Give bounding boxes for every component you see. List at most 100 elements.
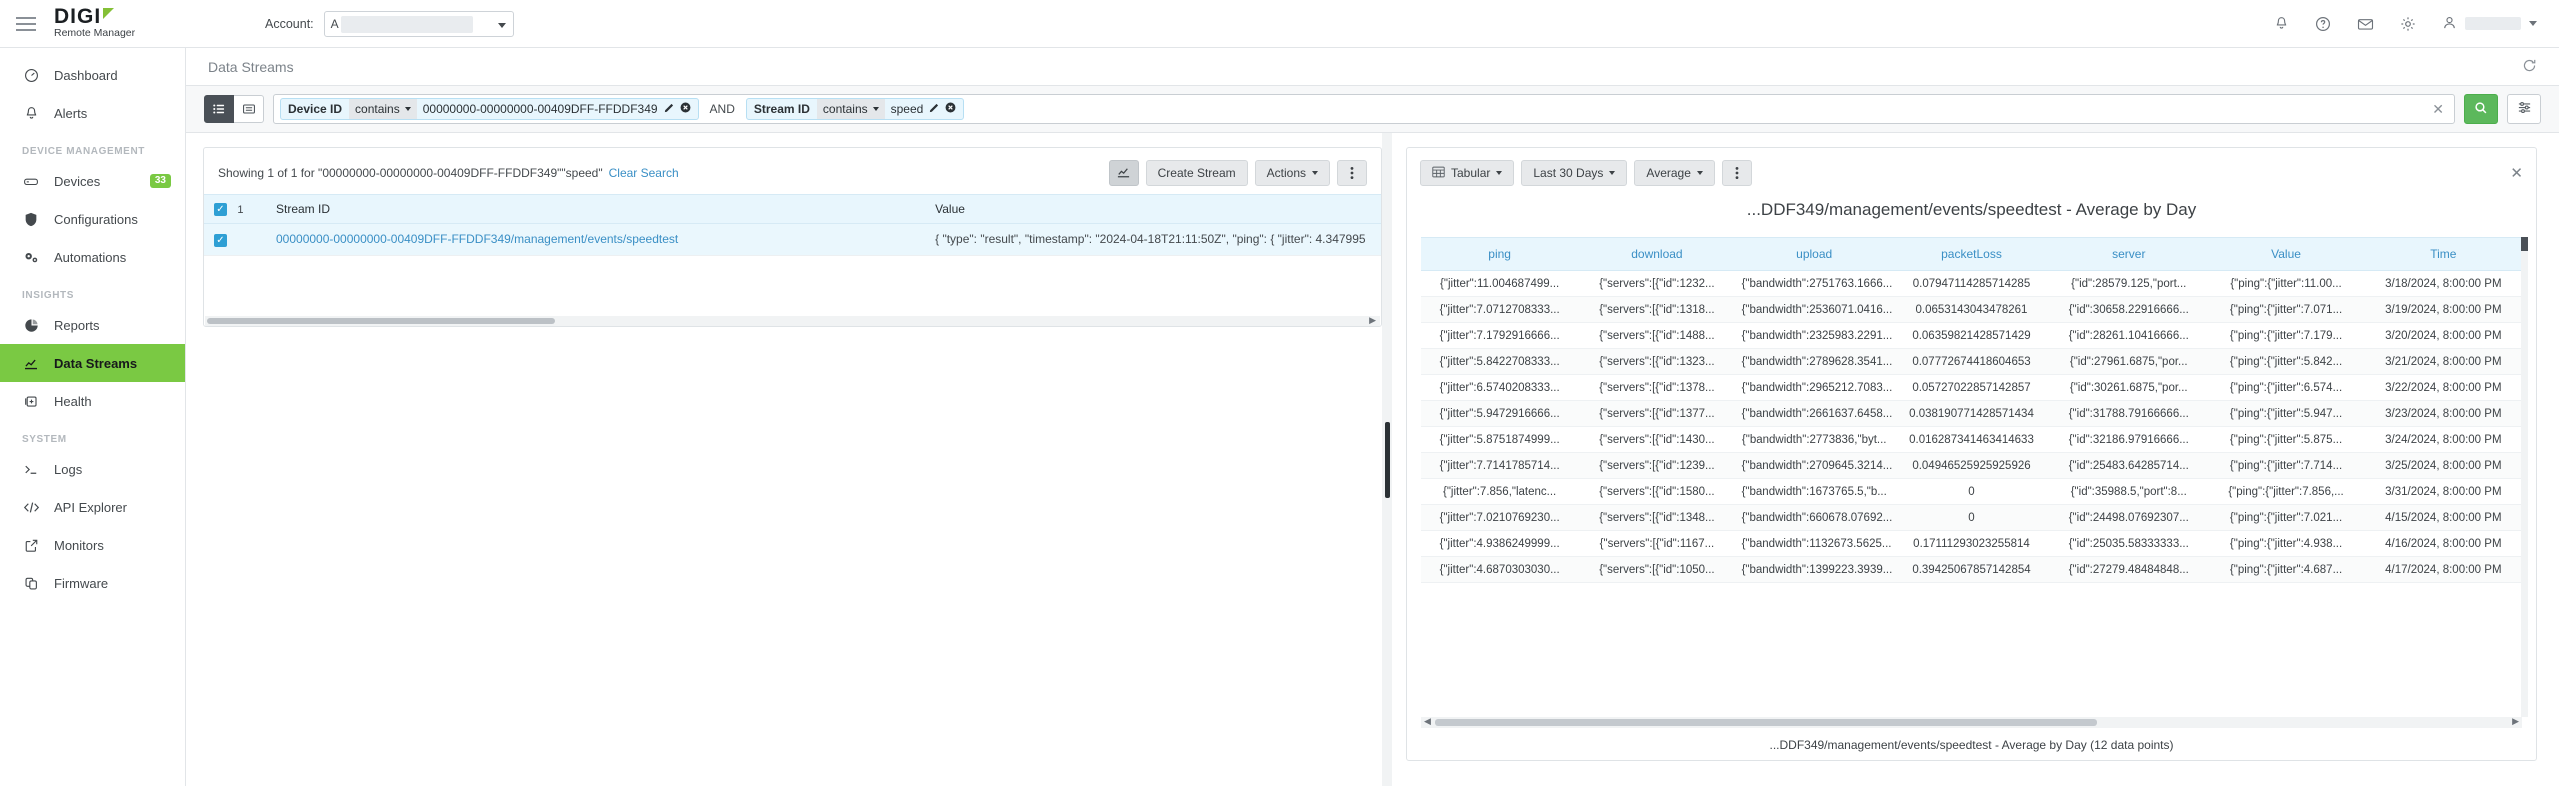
line-chart-icon bbox=[1116, 165, 1131, 182]
chart-table-cell: 3/21/2024, 8:00:00 PM bbox=[2364, 348, 2522, 375]
chip-actions[interactable] bbox=[664, 102, 698, 116]
chart-table-row[interactable]: {"jitter":7.0210769230... {"servers":[{"i… bbox=[1421, 504, 2522, 531]
chart-table-cell: {"id":30658.22916666... bbox=[2050, 296, 2208, 323]
chart-column-header[interactable]: Time bbox=[2364, 237, 2522, 271]
scrollbar-thumb[interactable] bbox=[2521, 237, 2528, 251]
sidebar-item-data-streams[interactable]: Data Streams bbox=[0, 344, 185, 382]
chart-table-cell: {"bandwidth":2751763.1666... bbox=[1735, 270, 1893, 297]
results-summary: Showing 1 of 1 for "00000000-00000000-00… bbox=[218, 166, 603, 180]
sidebar-item-alerts[interactable]: Alerts bbox=[0, 94, 185, 132]
hamburger-icon[interactable] bbox=[0, 0, 52, 48]
chart-column-header[interactable]: download bbox=[1578, 237, 1736, 271]
chart-table-cell: {"ping":{"jitter":7.021... bbox=[2207, 504, 2365, 531]
chart-table-row[interactable]: {"jitter":7.0712708333... {"servers":[{"i… bbox=[1421, 296, 2522, 323]
view-mode-dropdown[interactable]: Tabular bbox=[1420, 160, 1515, 186]
cell-stream-id[interactable]: 00000000-00000000-00409DFF-FFDDF349/mana… bbox=[266, 223, 926, 256]
chart-card: Tabular Last 30 Days Average ✕ ...DDF349… bbox=[1406, 147, 2537, 761]
chart-table-row[interactable]: {"jitter":5.9472916666... {"servers":[{"i… bbox=[1421, 400, 2522, 427]
scroll-left-icon[interactable]: ◀ bbox=[1424, 716, 1431, 727]
chart-column-header[interactable]: server bbox=[2050, 237, 2208, 271]
column-header-value[interactable]: Value bbox=[925, 193, 1381, 225]
account-select[interactable]: A bbox=[323, 10, 514, 37]
chart-column-header[interactable]: Value bbox=[2207, 237, 2365, 271]
chart-table-row[interactable]: {"jitter":7.1792916666... {"servers":[{"i… bbox=[1421, 322, 2522, 349]
scrollbar-thumb[interactable] bbox=[1435, 719, 2097, 726]
close-icon[interactable]: ✕ bbox=[2510, 164, 2523, 182]
search-button[interactable] bbox=[2464, 94, 2498, 124]
stream-table-hscrollbar[interactable]: ▶ bbox=[205, 315, 1380, 326]
sidebar-item-reports[interactable]: Reports bbox=[0, 306, 185, 344]
brand-logo[interactable]: DIGI Remote Manager bbox=[52, 6, 187, 40]
top-bar: DIGI Remote Manager Account: A bbox=[0, 0, 2559, 48]
pencil-icon[interactable] bbox=[929, 102, 940, 116]
remove-circle-icon[interactable] bbox=[945, 102, 956, 116]
search-icon bbox=[2474, 101, 2488, 118]
sidebar-item-automations[interactable]: Automations bbox=[0, 238, 185, 276]
chart-toolbar: Tabular Last 30 Days Average ✕ bbox=[1407, 148, 2536, 186]
chip-operator-select[interactable]: contains bbox=[349, 99, 417, 119]
user-menu[interactable] bbox=[2442, 15, 2537, 33]
sidebar-item-label: Alerts bbox=[54, 105, 88, 121]
remove-circle-icon[interactable] bbox=[680, 102, 691, 116]
chart-table-vscrollbar[interactable] bbox=[2521, 237, 2528, 717]
chart-column-header[interactable]: packetLoss bbox=[1892, 237, 2051, 271]
scroll-right-icon[interactable]: ▶ bbox=[2512, 716, 2519, 727]
aggregate-dropdown[interactable]: Average bbox=[1634, 160, 1715, 186]
gear-icon[interactable] bbox=[2400, 16, 2416, 32]
column-header-stream-id[interactable]: Stream ID bbox=[266, 193, 926, 225]
row-checkbox[interactable]: ✓ bbox=[214, 233, 227, 247]
sidebar-item-devices[interactable]: Devices 33 bbox=[0, 162, 185, 200]
account-selector-group: Account: A bbox=[265, 10, 514, 37]
chart-table-cell: {"bandwidth":1673765.5,"b... bbox=[1735, 478, 1893, 505]
select-all-checkbox[interactable]: ✓ bbox=[214, 203, 227, 217]
clear-search-link[interactable]: Clear Search bbox=[609, 166, 679, 180]
kebab-menu-icon[interactable] bbox=[1721, 160, 1752, 186]
sidebar-item-firmware[interactable]: Firmware bbox=[0, 564, 185, 602]
sidebar-item-label: Reports bbox=[54, 317, 100, 333]
create-stream-button[interactable]: Create Stream bbox=[1145, 160, 1248, 186]
mail-icon[interactable] bbox=[2357, 16, 2374, 32]
chart-table-hscrollbar[interactable]: ◀ ▶ bbox=[1421, 716, 2522, 728]
filter-chip-stream-id[interactable]: Stream ID contains speed bbox=[745, 98, 965, 120]
chart-table-row[interactable]: {"jitter":5.8422708333... {"servers":[{"i… bbox=[1421, 348, 2522, 375]
actions-dropdown[interactable]: Actions bbox=[1254, 160, 1330, 186]
sidebar-item-monitors[interactable]: Monitors bbox=[0, 526, 185, 564]
chart-table-row[interactable]: {"jitter":4.9386249999... {"servers":[{"i… bbox=[1421, 530, 2522, 557]
bell-icon[interactable] bbox=[2274, 16, 2289, 31]
time-range-dropdown[interactable]: Last 30 Days bbox=[1521, 160, 1628, 186]
chart-table-row[interactable]: {"jitter":11.004687499... {"servers":[{"i… bbox=[1421, 270, 2522, 297]
chevron-down-icon bbox=[872, 107, 879, 111]
chip-actions[interactable] bbox=[929, 102, 963, 116]
table-row[interactable]: ✓ 00000000-00000000-00409DFF-FFDDF349/ma… bbox=[204, 223, 1381, 256]
filter-options-button[interactable] bbox=[2507, 94, 2541, 124]
chevron-down-icon bbox=[1312, 171, 1318, 175]
sidebar-item-logs[interactable]: Logs bbox=[0, 450, 185, 488]
clear-x-icon[interactable]: ✕ bbox=[2432, 101, 2448, 118]
search-input[interactable]: Device ID contains 00000000-00000000-004… bbox=[273, 94, 2455, 124]
scroll-right-icon[interactable]: ▶ bbox=[1369, 315, 1376, 326]
chart-table-row[interactable]: {"jitter":4.6870303030... {"servers":[{"i… bbox=[1421, 556, 2522, 583]
chart-table-row[interactable]: {"jitter":7.856,"latenc... {"servers":[{"… bbox=[1421, 478, 2522, 505]
filter-chip-device-id[interactable]: Device ID contains 00000000-00000000-004… bbox=[280, 98, 699, 120]
chart-table-row[interactable]: {"jitter":7.7141785714... {"servers":[{"i… bbox=[1421, 452, 2522, 479]
kebab-menu-icon[interactable] bbox=[1337, 160, 1367, 186]
chart-table-row[interactable]: {"jitter":6.5740208333... {"servers":[{"i… bbox=[1421, 374, 2522, 401]
chart-column-header[interactable]: ping bbox=[1421, 237, 1579, 271]
sidebar-item-configurations[interactable]: Configurations bbox=[0, 200, 185, 238]
sidebar-item-health[interactable]: Health bbox=[0, 382, 185, 420]
detail-view-icon[interactable] bbox=[234, 95, 264, 123]
chart-table-cell: {"jitter":7.0712708333... bbox=[1421, 296, 1579, 323]
sidebar-item-dashboard[interactable]: Dashboard bbox=[0, 56, 185, 94]
refresh-icon[interactable] bbox=[2522, 58, 2537, 76]
list-view-icon[interactable] bbox=[204, 95, 234, 123]
chart-toggle-button[interactable] bbox=[1108, 160, 1139, 186]
chip-operator-select[interactable]: contains bbox=[816, 99, 885, 119]
help-icon[interactable] bbox=[2315, 16, 2331, 32]
chart-column-header[interactable]: upload bbox=[1735, 237, 1893, 271]
scrollbar-thumb[interactable] bbox=[207, 318, 555, 324]
chart-table-cell: {"ping":{"jitter":7.179... bbox=[2207, 322, 2365, 349]
pencil-icon[interactable] bbox=[664, 102, 675, 116]
sidebar-item-api-explorer[interactable]: API Explorer bbox=[0, 488, 185, 526]
chart-table-row[interactable]: {"jitter":5.8751874999... {"servers":[{"i… bbox=[1421, 426, 2522, 453]
chart-table-cell: {"ping":{"jitter":11.00... bbox=[2207, 270, 2365, 297]
